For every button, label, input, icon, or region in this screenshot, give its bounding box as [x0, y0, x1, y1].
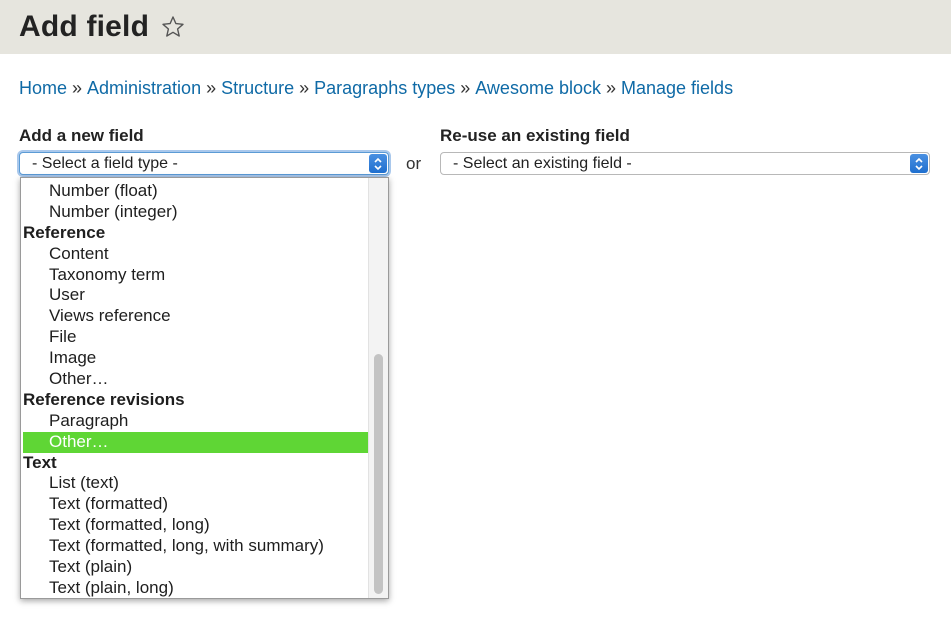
dropdown-group-label: Reference	[23, 222, 106, 242]
field-type-select-value: - Select a field type -	[32, 154, 178, 172]
dropdown-option[interactable]: Views reference	[21, 306, 369, 327]
breadcrumb-separator: »	[299, 78, 310, 98]
dropdown-option[interactable]: List (text)	[21, 473, 369, 494]
dropdown-option[interactable]: Other…	[21, 369, 369, 390]
field-type-dropdown-list[interactable]: Number (float) Number (integer) Reference C…	[20, 177, 389, 599]
dropdown-option[interactable]: Text (formatted)	[21, 494, 369, 515]
dropdown-option[interactable]: Text (formatted, long)	[21, 515, 369, 536]
dropdown-option[interactable]: Number (integer)	[21, 202, 369, 223]
dropdown-option[interactable]: User	[21, 285, 369, 306]
dropdown-scrollbar-thumb[interactable]	[374, 354, 383, 594]
dropdown-group-label: Reference revisions	[23, 389, 185, 409]
or-separator-text: or	[406, 154, 422, 173]
existing-field-select[interactable]: - Select an existing field -	[440, 152, 930, 175]
existing-field-select-value: - Select an existing field -	[453, 154, 632, 172]
dropdown-option[interactable]: Content	[21, 244, 369, 265]
add-new-field-label: Add a new field	[19, 126, 144, 145]
dropdown-scrollbar[interactable]	[368, 178, 388, 598]
dropdown-option[interactable]: Image	[21, 348, 369, 369]
dropdown-option[interactable]: Taxonomy term	[21, 265, 369, 286]
dropdown-options: Number (float) Number (integer) Reference C…	[21, 181, 369, 598]
field-type-select[interactable]: - Select a field type -	[19, 152, 389, 175]
page-header: Add field	[0, 0, 951, 54]
breadcrumb-separator: »	[605, 78, 616, 98]
breadcrumb-link-structure[interactable]: Structure	[221, 78, 294, 98]
breadcrumb-link-home[interactable]: Home	[19, 78, 67, 98]
breadcrumb-separator: »	[206, 78, 217, 98]
breadcrumb: Home» Administration» Structure» Paragraphs…	[19, 78, 733, 99]
dropdown-option[interactable]: Text (plain)	[21, 557, 369, 578]
select-arrows-icon	[910, 154, 928, 173]
select-arrows-icon	[369, 154, 387, 173]
star-icon[interactable]	[161, 15, 185, 39]
reuse-existing-field-label: Re-use an existing field	[440, 126, 630, 145]
breadcrumb-link-manage-fields[interactable]: Manage fields	[621, 78, 733, 98]
dropdown-option[interactable]: Paragraph	[21, 411, 369, 432]
breadcrumb-link-paragraphs-types[interactable]: Paragraphs types	[314, 78, 455, 98]
dropdown-option-selected[interactable]: Other…	[23, 431, 369, 453]
dropdown-option[interactable]: File	[21, 327, 369, 348]
dropdown-option[interactable]: Text (plain, long)	[21, 578, 369, 598]
breadcrumb-separator: »	[72, 78, 83, 98]
dropdown-option[interactable]: Text (formatted, long, with summary)	[21, 536, 369, 557]
breadcrumb-link-administration[interactable]: Administration	[87, 78, 201, 98]
dropdown-group-label: Text	[23, 452, 57, 472]
breadcrumb-link-awesome-block[interactable]: Awesome block	[475, 78, 601, 98]
page-title: Add field	[19, 10, 150, 43]
dropdown-option[interactable]: Number (float)	[21, 181, 369, 202]
breadcrumb-separator: »	[460, 78, 471, 98]
